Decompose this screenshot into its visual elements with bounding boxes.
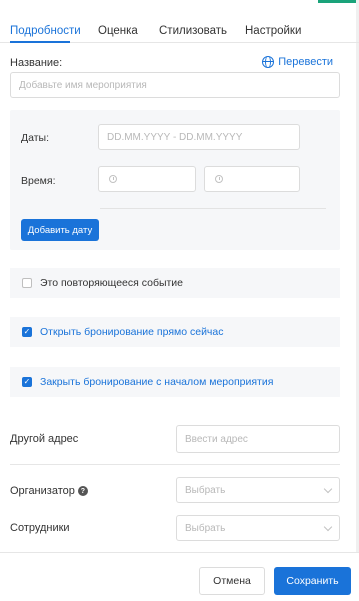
translate-label: Перевести [278, 56, 333, 68]
dates-range-input[interactable]: DD.MM.YYYY - DD.MM.YYYY [98, 124, 300, 150]
dates-label: Даты: [21, 132, 49, 144]
cancel-button[interactable]: Отмена [199, 567, 265, 595]
address-input[interactable]: Ввести адрес [176, 425, 340, 453]
top-accent-bar [318, 0, 359, 3]
help-icon[interactable]: ? [77, 486, 88, 497]
option-recurring[interactable]: Это повторяющееся событие [10, 268, 340, 298]
staff-placeholder: Выбрать [185, 522, 226, 534]
clock-icon [215, 175, 223, 183]
address-placeholder: Ввести адрес [185, 433, 248, 445]
name-label: Название: [10, 57, 63, 69]
translate-link[interactable]: Перевести [262, 56, 333, 68]
open-booking-checkbox[interactable]: ✓ [22, 327, 32, 337]
chevron-down-icon [323, 484, 333, 493]
option-close-booking[interactable]: ✓ Закрыть бронирование с началом меропри… [10, 367, 340, 397]
staff-select[interactable]: Выбрать [176, 515, 340, 541]
recurring-label: Это повторяющееся событие [40, 277, 184, 289]
add-date-button[interactable]: Добавить дату [21, 219, 99, 241]
tab-details[interactable]: Подробности [10, 25, 81, 37]
tab-settings[interactable]: Настройки [245, 25, 301, 37]
organizer-select[interactable]: Выбрать [176, 477, 340, 503]
globe-icon [262, 56, 275, 68]
save-button[interactable]: Сохранить [274, 567, 351, 595]
event-name-placeholder: Добавьте имя мероприятия [19, 79, 147, 91]
start-time-input[interactable] [98, 166, 196, 192]
organizer-label: Организатор [10, 485, 75, 497]
open-booking-label: Открыть бронирование прямо сейчас [40, 326, 224, 338]
time-label: Время: [21, 175, 56, 187]
clock-icon [109, 175, 117, 183]
active-tab-indicator [10, 41, 70, 43]
panel-divider [100, 208, 326, 209]
tab-bar: Подробности Оценка Стилизовать Настройки [0, 18, 359, 43]
organizer-label-wrap: Организатор? [10, 485, 88, 497]
staff-label: Сотрудники [10, 522, 70, 534]
dates-range-placeholder: DD.MM.YYYY - DD.MM.YYYY [107, 131, 243, 143]
close-booking-checkbox[interactable]: ✓ [22, 377, 32, 387]
end-time-input[interactable] [204, 166, 300, 192]
tab-style[interactable]: Стилизовать [159, 25, 227, 37]
section-divider [10, 464, 340, 465]
footer-bar: Отмена Сохранить [0, 552, 359, 601]
option-open-booking[interactable]: ✓ Открыть бронирование прямо сейчас [10, 317, 340, 347]
organizer-placeholder: Выбрать [185, 484, 226, 496]
chevron-down-icon [323, 522, 333, 531]
close-booking-label: Закрыть бронирование с началом мероприят… [40, 376, 274, 388]
recurring-checkbox[interactable] [22, 278, 32, 288]
tab-rating[interactable]: Оценка [98, 25, 138, 37]
other-address-label: Другой адрес [10, 433, 79, 445]
event-name-input[interactable]: Добавьте имя мероприятия [10, 72, 340, 98]
